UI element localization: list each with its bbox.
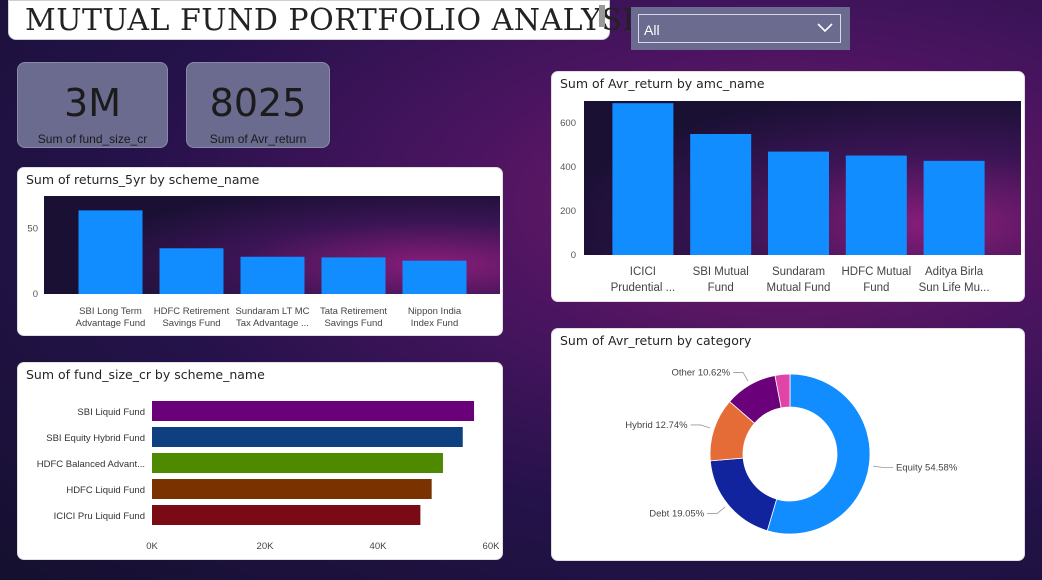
bar	[152, 505, 421, 525]
returns-5yr-chart-panel[interactable]: Sum of returns_5yr by scheme_name 0 50 SBI…	[17, 167, 503, 336]
x-tick-label: Savings Fund	[162, 318, 220, 329]
category-donut-chart: Equity 54.58% Debt 19.05% Hybrid 12.74% Oth…	[625, 368, 958, 535]
x-tick-label: Fund	[863, 282, 889, 294]
bar	[152, 401, 475, 421]
kpi-label: Sum of fund_size_cr	[37, 132, 148, 146]
y-tick-label: HDFC Liquid Fund	[66, 485, 145, 496]
x-tick-label: Tata Retirement	[320, 306, 387, 317]
x-tick-label: 20K	[257, 541, 275, 552]
bar	[152, 453, 443, 473]
bar	[923, 160, 985, 255]
kpi-value: 8025	[209, 81, 307, 125]
y-tick-label: 0	[33, 289, 38, 300]
x-tick-label: Tax Advantage ...	[236, 318, 309, 329]
y-tick-label: 200	[560, 206, 576, 217]
page-title: MUTUAL FUND PORTFOLIO ANALYSIS	[25, 3, 656, 38]
bar	[402, 260, 467, 294]
x-tick-label: Sun Life Mu...	[919, 282, 990, 294]
y-tick-label: 50	[27, 224, 38, 235]
data-label: Hybrid 12.74%	[625, 420, 688, 431]
kpi-card-fund-size[interactable]: 3M Sum of fund_size_cr	[17, 62, 168, 148]
bar	[78, 210, 143, 294]
x-tick-label: ICICI	[630, 266, 656, 278]
x-tick-label: Aditya Birla	[925, 266, 984, 278]
bar	[152, 427, 463, 447]
title-scrollbar[interactable]	[599, 5, 605, 27]
y-tick-label: 0	[571, 250, 576, 261]
report-title-box: MUTUAL FUND PORTFOLIO ANALYSIS	[8, 0, 655, 40]
data-label: Debt 19.05%	[649, 508, 704, 519]
amc-chart-panel[interactable]: Sum of Avr_return by amc_name 0 200 400 600…	[551, 71, 1025, 302]
x-tick-label: SBI Mutual	[693, 266, 749, 278]
slicer-dropdown[interactable]: All	[638, 14, 841, 43]
bar	[240, 256, 305, 294]
leader-line	[733, 372, 749, 382]
fund-size-chart-panel[interactable]: Sum of fund_size_cr by scheme_name SBI L…	[17, 362, 503, 560]
x-tick-label: 40K	[370, 541, 388, 552]
bar	[690, 134, 752, 255]
y-tick-label: 400	[560, 162, 576, 173]
leader-line	[690, 424, 711, 429]
bar	[612, 103, 674, 255]
data-label: Other 10.62%	[671, 368, 730, 379]
leader-line	[873, 465, 894, 468]
bar	[152, 479, 432, 499]
x-tick-label: Advantage Fund	[76, 318, 146, 329]
filter-slicer: All	[631, 7, 850, 50]
x-tick-label: Mutual Fund	[767, 282, 831, 294]
returns-5yr-chart: 0 50 SBI Long TermAdvantage Fund HDFC Retir…	[27, 196, 500, 329]
y-tick-label: SBI Equity Hybrid Fund	[46, 433, 145, 444]
kpi-value: 3M	[64, 81, 121, 125]
amc-chart: 0 200 400 600 ICICI Prudential ... SBI Mutual F…	[560, 101, 1021, 294]
category-chart-panel[interactable]: Sum of Avr_return by category Equity 54.…	[551, 328, 1025, 561]
x-tick-label: HDFC Mutual	[841, 266, 911, 278]
x-tick-label: 0K	[146, 541, 158, 552]
x-tick-label: SBI Long Term	[79, 306, 142, 317]
chevron-down-icon	[817, 23, 833, 33]
y-tick-label: SBI Liquid Fund	[77, 407, 145, 418]
x-tick-label: Fund	[708, 282, 734, 294]
bar	[845, 155, 907, 255]
x-tick-label: HDFC Retirement	[154, 306, 230, 317]
x-tick-label: Prudential ...	[611, 282, 676, 294]
x-tick-label: Nippon India	[408, 306, 462, 317]
y-tick-label: ICICI Pru Liquid Fund	[54, 511, 145, 522]
x-tick-label: Index Fund	[411, 318, 459, 329]
data-label: Equity 54.58%	[896, 462, 958, 473]
slicer-selected-value: All	[644, 22, 660, 38]
y-tick-label: 600	[560, 118, 576, 129]
x-tick-label: 60K	[483, 541, 501, 552]
bar	[159, 248, 224, 294]
x-tick-label: Savings Fund	[324, 318, 382, 329]
x-tick-label: Sundaram	[772, 266, 825, 278]
donut-slice	[709, 457, 778, 532]
kpi-label: Sum of Avr_return	[209, 132, 307, 146]
x-tick-label: Sundaram LT MC	[235, 306, 309, 317]
leader-line	[707, 506, 726, 514]
bar	[321, 257, 386, 294]
fund-size-chart: SBI Liquid Fund SBI Equity Hybrid Fund HDF…	[37, 401, 501, 552]
bar	[768, 151, 829, 255]
kpi-card-avr-return[interactable]: 8025 Sum of Avr_return	[186, 62, 330, 148]
y-tick-label: HDFC Balanced Advant...	[37, 459, 145, 470]
